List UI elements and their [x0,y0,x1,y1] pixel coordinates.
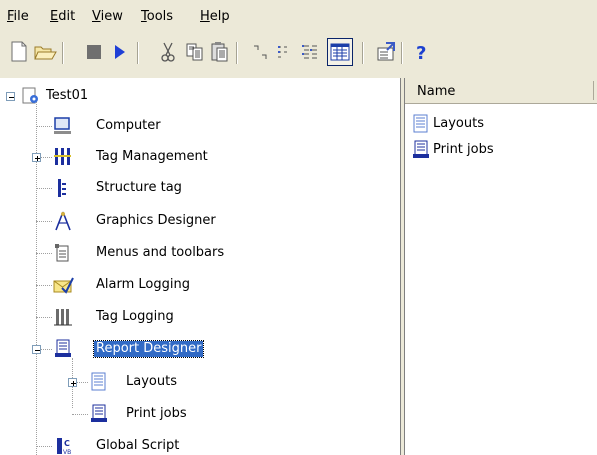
tree-item-label: Structure tag [96,180,182,195]
tree-item-label: Global Script [96,438,180,453]
help-button[interactable]: ? [411,40,433,64]
stop-icon [87,45,101,59]
list-item-label: Layouts [433,116,484,131]
stop-button[interactable] [83,40,105,64]
root-collapse-toggle[interactable] [6,92,15,101]
run-icon [115,45,125,59]
copy-button[interactable] [184,40,206,64]
menu-bar: File Edit View Tools Help [0,0,597,28]
run-button[interactable] [108,40,130,64]
menu-tools[interactable]: Tools [141,9,173,25]
menu-file[interactable]: File [7,9,29,25]
paste-button[interactable] [209,40,231,64]
copy-icon [186,43,203,61]
project-icon [20,85,42,107]
paste-icon [211,42,228,62]
tree-item-label: Menus and toolbars [96,245,225,260]
column-header-name[interactable]: Name [417,84,455,99]
list-item-label: Print jobs [433,142,494,157]
layouts-icon [411,113,433,135]
small-icons-view-button[interactable] [275,40,297,64]
toolbar: ? [0,34,597,76]
small-icons-view-icon [278,46,287,58]
navigation-tree[interactable]: Test01 Computer Tag Management Structure… [0,78,400,455]
open-folder-icon [34,46,57,60]
report-designer-icon [52,338,74,360]
large-icons-view-icon [254,45,267,59]
tree-item-label: Graphics Designer [96,213,216,228]
open-button[interactable] [33,40,57,64]
menus-toolbars-icon [52,242,74,264]
report-designer-collapse-toggle[interactable] [32,345,41,354]
menu-edit[interactable]: Edit [50,9,75,25]
tree-item-label: Tag Management [96,149,208,164]
structure-tag-icon [52,177,74,199]
properties-icon [377,42,395,61]
computer-icon [52,115,74,137]
tree-item-label: Report Designer [92,340,205,358]
tree-item-label: Tag Logging [96,309,174,324]
column-divider[interactable] [593,81,594,100]
tree-item-label: Alarm Logging [96,277,190,292]
tree-node-label: Test01 [46,88,89,103]
svg-text:C: C [64,439,70,448]
details-view-icon [330,43,350,61]
menu-help[interactable]: Help [200,9,230,25]
tag-management-icon [52,146,74,168]
print-jobs-icon [411,139,433,161]
tag-logging-icon [52,306,74,328]
cut-icon [161,42,175,62]
tree-item-label: Print jobs [126,406,187,421]
graphics-designer-icon [52,210,74,232]
help-icon: ? [416,43,426,64]
global-script-icon: C VB [52,435,74,455]
print-jobs-icon [88,403,110,425]
list-view-button[interactable] [301,40,323,64]
new-document-button[interactable] [8,40,30,64]
tree-item-label: Computer [96,118,161,133]
tag-management-expand-toggle[interactable] [32,153,41,162]
list-view-icon [302,45,317,59]
content-list[interactable]: Name Layouts Print jobs [405,78,597,455]
menu-view[interactable]: View [92,9,123,25]
svg-text:?: ? [416,43,426,64]
tree-item-label: Layouts [126,374,177,389]
details-view-button[interactable] [327,38,353,66]
list-column-header[interactable]: Name [405,78,597,104]
large-icons-view-button[interactable] [250,40,272,64]
properties-button[interactable] [375,40,397,64]
alarm-logging-icon [52,274,74,296]
layouts-expand-toggle[interactable] [68,378,77,387]
new-document-icon [11,41,27,62]
layouts-icon [88,371,110,393]
cut-button[interactable] [157,40,179,64]
svg-text:VB: VB [63,449,71,455]
